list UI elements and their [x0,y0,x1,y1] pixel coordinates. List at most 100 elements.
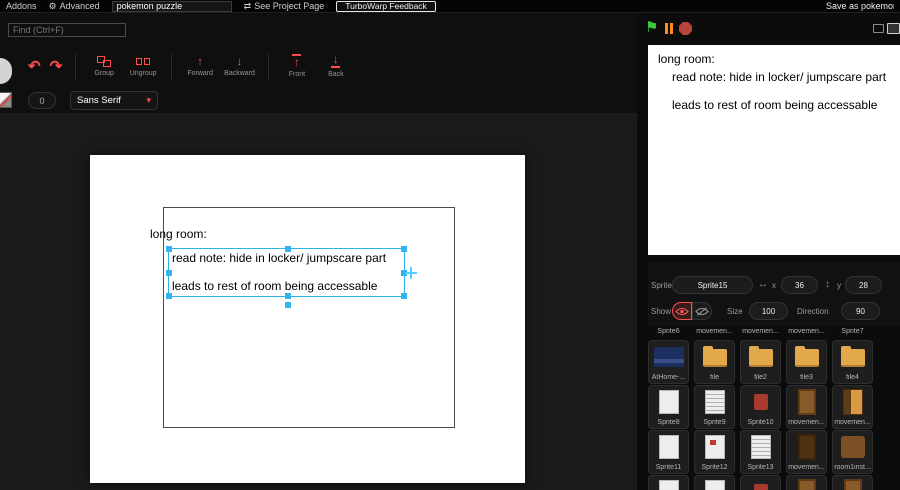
sprite-card[interactable] [832,475,873,490]
swap-icon: ⇄ [243,0,252,11]
folder-icon [794,346,819,367]
sprite-card[interactable] [786,475,827,490]
sprite-card-label[interactable]: movemen... [786,328,827,335]
sprite-row: AtHome-... file file2 file3 file4 [648,340,873,384]
paint-editor: ↶ ↷ Group Ungroup ↑ Forward ↓ Backward [0,13,637,490]
backward-button[interactable]: ↓ Backward [224,55,255,77]
sprite-card[interactable]: file3 [786,340,827,384]
sprite-card[interactable]: room1inst... [832,430,873,474]
green-flag-icon[interactable]: ⚑ [645,18,658,36]
show-visible-button[interactable] [672,302,692,320]
selection-handle[interactable] [285,293,291,299]
sprite-card-label: Sprite8 [657,419,680,426]
sprite-row: Sprite11 Sprite12 Sprite13 movemen... ro… [648,430,873,474]
backward-label: Backward [224,69,255,77]
small-stage-icon[interactable] [873,24,884,33]
sprite-card[interactable]: Sprite8 [648,385,689,429]
font-select-value: Sans Serif [77,95,121,106]
ungroup-button[interactable]: Ungroup [128,56,158,77]
sprite-card[interactable]: Sprite13 [740,430,781,474]
feedback-button[interactable]: TurboWarp Feedback [336,0,436,12]
selection-handle[interactable] [401,246,407,252]
menu-addons[interactable]: Addons [6,1,37,11]
feedback-label: TurboWarp Feedback [345,1,427,11]
sprite-card-label[interactable]: Sprite7 [832,328,873,335]
sprite-card[interactable] [694,475,735,490]
group-button[interactable]: Group [89,55,119,77]
rotation-handle[interactable] [285,302,291,308]
direction-input[interactable] [841,302,880,320]
size-input[interactable] [749,302,788,320]
lined-paper-thumbnail [704,390,725,414]
sprite-card-label: room1inst... [834,464,871,471]
sprite-card[interactable]: movemen... [786,430,827,474]
folder-icon [702,346,727,367]
red-object-thumbnail [753,394,768,410]
undo-button[interactable]: ↶ [28,59,41,74]
sprite-card-label: AtHome-... [651,374,686,381]
paint-canvas-zone[interactable]: long room: read note: hide in locker/ ju… [0,113,637,490]
sprite-card[interactable]: Sprite11 [648,430,689,474]
sprite-card-label[interactable]: movemen... [740,328,781,335]
sprite-card[interactable]: Sprite10 [740,385,781,429]
sprite-card-label: file4 [846,374,859,381]
toolbar-divider [267,53,269,79]
sprite-card[interactable] [740,475,781,490]
sprite-row: Sprite8 Sprite9 Sprite10 movemen... move… [648,385,873,429]
sprite-name-input[interactable] [672,276,753,294]
back-button[interactable]: ↓ Back [321,53,351,78]
x-input[interactable] [781,276,818,294]
stop-icon[interactable] [679,22,692,35]
sprite-card[interactable]: file4 [832,340,873,384]
sprite-card[interactable] [648,475,689,490]
folder-icon [840,346,865,367]
y-input[interactable] [845,276,882,294]
forward-button[interactable]: ↑ Forward [185,53,215,77]
sprite-list: Sprite6 movemen... movemen... movemen...… [648,326,900,490]
sprite-card[interactable]: AtHome-... [648,340,689,384]
selection-handle[interactable] [166,270,172,276]
sprite-label: Sprite [651,281,672,290]
menu-advanced[interactable]: ⚙ Advanced [49,1,100,12]
selection-handle[interactable] [401,293,407,299]
sprite-card[interactable]: file [694,340,735,384]
selection-handle[interactable] [166,293,172,299]
forward-icon: ↑ [197,53,204,68]
sprite-card-label: Sprite11 [655,464,682,471]
group-label: Group [94,69,114,77]
y-label: y [837,281,841,290]
stage-text-line2: read note: hide in locker/ jumpscare par… [672,70,887,84]
front-button[interactable]: ↑ Front [282,54,312,78]
outline-width-input[interactable] [28,92,56,109]
eye-slash-icon [695,306,709,316]
font-select[interactable]: Sans Serif ▾ [70,91,158,110]
direction-label: Direction [797,307,829,316]
sprite-card[interactable]: movemen... [832,385,873,429]
stage[interactable]: long room: read note: hide in locker/ ju… [648,45,900,255]
fill-color-swatch[interactable] [0,92,12,108]
sprite-card-label[interactable]: movemen... [694,328,735,335]
show-hidden-button[interactable] [692,302,712,320]
size-label: Size [727,307,743,316]
sprite-card-label[interactable]: Sprite6 [648,328,689,335]
front-label: Front [288,71,306,78]
gear-icon: ⚙ [48,0,57,11]
pause-icon[interactable] [665,23,673,34]
sprite-card[interactable]: Sprite12 [694,430,735,474]
canvas-text-line1: long room: [150,227,207,241]
paper-thumbnail [658,480,679,490]
sprite-card-label: Sprite12 [701,464,728,471]
paint-artboard[interactable]: long room: read note: hide in locker/ ju… [90,155,525,483]
back-label: Back [328,71,344,78]
sprite-card[interactable]: file2 [740,340,781,384]
find-input[interactable] [8,23,126,37]
menu-see-project-page[interactable]: ⇄ See Project Page [244,1,325,12]
sprite-card[interactable]: movemen... [786,385,827,429]
drawn-rectangle[interactable] [163,207,455,428]
stage-panel: ⚑ long room: read note: hide in locker/ … [637,13,900,490]
redo-button[interactable]: ↷ [50,59,63,74]
project-name-input[interactable] [111,0,232,12]
save-as-button[interactable]: Save as pokemon p [826,1,894,11]
large-stage-icon[interactable] [887,23,900,34]
sprite-card[interactable]: Sprite9 [694,385,735,429]
